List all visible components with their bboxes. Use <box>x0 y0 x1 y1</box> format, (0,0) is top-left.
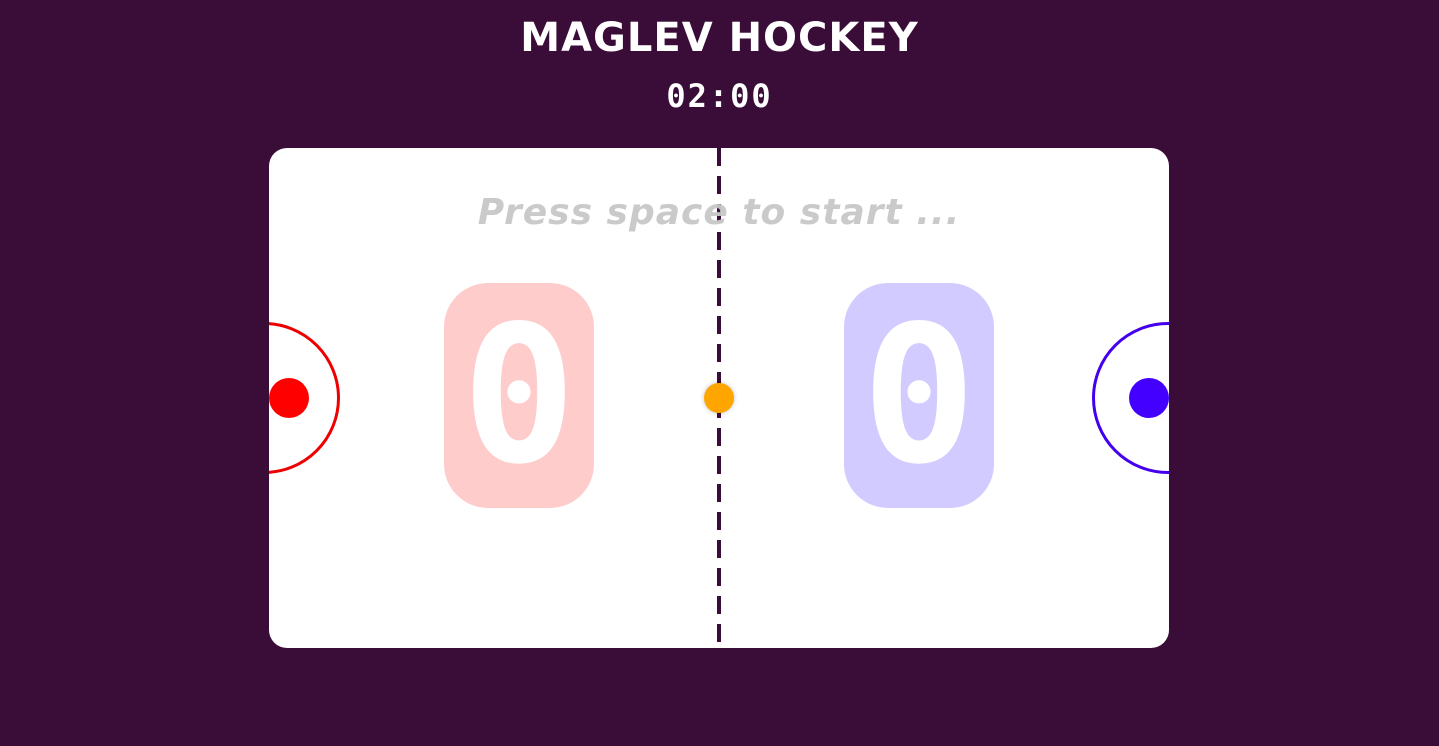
hockey-rink[interactable]: 0 0 Press space to start ... <box>269 148 1169 648</box>
left-score: 0 <box>444 283 594 508</box>
game-title: MAGLEV HOCKEY <box>520 15 919 61</box>
left-paddle[interactable] <box>269 378 309 418</box>
start-prompt: Press space to start ... <box>477 192 961 233</box>
puck <box>704 383 734 413</box>
game-timer: 02:00 <box>666 77 773 115</box>
right-score: 0 <box>844 283 994 508</box>
right-paddle[interactable] <box>1129 378 1169 418</box>
